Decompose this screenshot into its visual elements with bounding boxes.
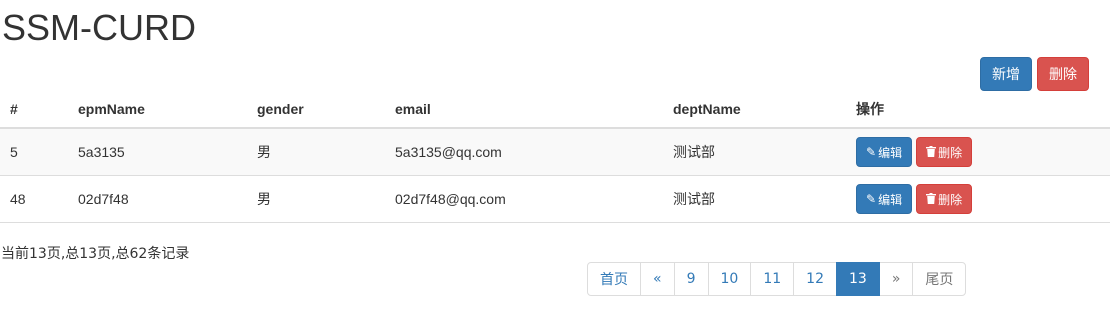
cell-name: 5a3135 (68, 127, 247, 176)
pagination-first[interactable]: 首页 (587, 262, 641, 296)
employee-table: # epmName gender email deptName 操作 5 5a3… (0, 91, 1110, 223)
cell-actions: ✎ 编辑 删除 (846, 175, 1110, 223)
table-row: 5 5a3135 男 5a3135@qq.com 测试部 ✎ 编辑 删除 (0, 127, 1110, 176)
row-delete-button[interactable]: 删除 (916, 184, 973, 214)
pagination-page[interactable]: 9 (673, 262, 709, 296)
add-button[interactable]: 新增 (980, 57, 1032, 91)
column-header-name: epmName (68, 91, 247, 129)
cell-actions: ✎ 编辑 删除 (846, 127, 1110, 176)
column-header-actions: 操作 (846, 91, 1110, 129)
column-header-email: email (385, 91, 663, 129)
pencil-icon: ✎ (866, 192, 877, 206)
pagination-next: » (878, 262, 914, 296)
page-info-text: 当前13页,总13页,总62条记录 (1, 246, 190, 262)
edit-button[interactable]: ✎ 编辑 (856, 137, 913, 167)
column-header-dept: deptName (663, 91, 846, 129)
table-row: 48 02d7f48 男 02d7f48@qq.com 测试部 ✎ 编辑 删除 (0, 175, 1110, 223)
pencil-icon: ✎ (866, 145, 877, 159)
edit-label: 编辑 (878, 192, 903, 207)
cell-dept: 测试部 (663, 127, 846, 176)
row-delete-button[interactable]: 删除 (916, 137, 973, 167)
trash-icon (926, 192, 937, 206)
pagination-page[interactable]: 12 (793, 262, 837, 296)
edit-label: 编辑 (878, 145, 903, 160)
column-header-id: # (0, 91, 68, 129)
pagination-page[interactable]: 11 (750, 262, 795, 296)
pagination-prev[interactable]: « (640, 262, 675, 296)
pagination-page[interactable]: 10 (707, 262, 752, 296)
column-header-gender: gender (247, 91, 385, 129)
pagination: 首页 « 9 10 11 12 13 » 尾页 (587, 262, 967, 296)
cell-name: 02d7f48 (68, 175, 247, 223)
cell-email: 02d7f48@qq.com (385, 175, 663, 223)
pagination-page-current[interactable]: 13 (835, 262, 880, 296)
delete-label: 删除 (938, 192, 963, 207)
top-actions: 新增 删除 (980, 57, 1089, 91)
pagination-last: 尾页 (912, 262, 967, 296)
delete-button[interactable]: 删除 (1037, 57, 1089, 91)
cell-id: 5 (0, 127, 68, 176)
table-header-row: # epmName gender email deptName 操作 (0, 91, 1110, 129)
cell-gender: 男 (247, 175, 385, 223)
page-title: SSM-CURD (2, 7, 196, 48)
delete-label: 删除 (938, 145, 963, 160)
cell-id: 48 (0, 175, 68, 223)
edit-button[interactable]: ✎ 编辑 (856, 184, 913, 214)
cell-dept: 测试部 (663, 175, 846, 223)
cell-gender: 男 (247, 127, 385, 176)
trash-icon (926, 145, 937, 159)
cell-email: 5a3135@qq.com (385, 127, 663, 176)
